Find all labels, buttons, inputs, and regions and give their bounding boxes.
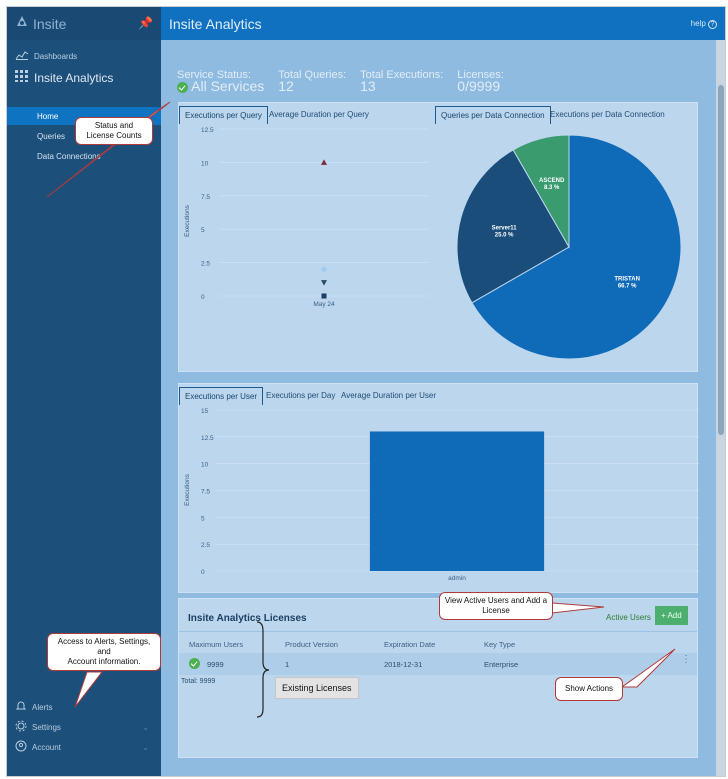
y-tick-label: 7.5: [201, 489, 210, 496]
insite-logo-icon: [15, 14, 29, 33]
page-title: Insite Analytics: [169, 16, 262, 32]
data-point: [321, 293, 327, 299]
sidebar-item-label: Account: [32, 742, 61, 752]
x-tick-label: May 24: [313, 301, 335, 308]
cell-version: 1: [285, 660, 290, 669]
y-tick-label: 12.5: [201, 435, 214, 442]
y-tick-label: 12.5: [201, 127, 214, 134]
grid-icon: [15, 70, 29, 85]
chevron-down-icon[interactable]: ⌄: [142, 743, 149, 752]
x-tick-label: admin: [448, 575, 466, 582]
col-header-max-users: Maximum Users: [189, 640, 244, 649]
total-queries: Total Queries: 12: [278, 70, 346, 94]
sidebar-app-title[interactable]: Insite Analytics: [7, 62, 161, 85]
total-executions: Total Executions: 13: [360, 70, 443, 94]
licenses-title: Insite Analytics Licenses: [188, 613, 307, 624]
slice-value-label: 8.3 %: [544, 185, 560, 191]
data-point: [321, 280, 327, 286]
more-actions-icon[interactable]: ⋮: [681, 655, 691, 665]
callout-existing-licenses: Existing Licenses: [275, 677, 359, 699]
y-tick-label: 2.5: [201, 542, 210, 549]
scrollbar-thumb[interactable]: [718, 85, 724, 435]
active-users-button[interactable]: Active Users: [603, 610, 654, 625]
chevron-down-icon[interactable]: ⌄: [142, 723, 149, 732]
sidebar-item-data-connections[interactable]: Data Connections: [7, 147, 161, 165]
sidebar-header: Insite 📌: [7, 7, 161, 40]
col-header-product-version: Product Version: [285, 640, 338, 649]
bar-chart: 15 12.5 10 7.5 5 2.5 0 Executions admin: [184, 408, 699, 582]
y-axis-label: Executions: [184, 204, 191, 237]
help-link[interactable]: help ?: [691, 19, 717, 29]
sidebar-item-label: Dashboards: [34, 51, 78, 61]
y-axis-label: Executions: [184, 473, 191, 506]
licenses-total: Total: 9999: [181, 678, 216, 685]
sidebar-item-label: Settings: [32, 722, 61, 732]
sidebar-item-label: Alerts: [32, 702, 53, 712]
cell-expiration: 2018-12-31: [384, 660, 423, 669]
y-tick-label: 10: [201, 462, 209, 469]
y-tick-label: 0: [201, 569, 205, 576]
brand-name[interactable]: Insite: [33, 16, 66, 32]
cell-key-type: Enterprise: [484, 660, 519, 669]
bar: [369, 431, 545, 571]
top-header: Insite Analytics help ?: [161, 7, 725, 40]
check-icon: [189, 658, 200, 669]
divider: [179, 631, 697, 632]
check-icon: [177, 81, 188, 93]
slice-label: ASCEND: [539, 178, 565, 184]
status-bar: Service Status: All Services Total Queri…: [177, 70, 518, 93]
data-point: [321, 266, 327, 272]
user-charts-panel: Executions per User Executions per Day A…: [178, 383, 699, 593]
table-row[interactable]: 9999 1 2018-12-31 Enterprise ⋮: [179, 653, 697, 675]
col-header-expiration-date: Expiration Date: [384, 640, 436, 649]
sidebar-item-settings[interactable]: Settings ⌄: [7, 717, 161, 737]
stat-value: All Services: [191, 78, 265, 94]
app-title: Insite Analytics: [34, 70, 114, 85]
slice-value-label: 25.0 %: [495, 232, 514, 238]
callout-show-actions: Show Actions: [555, 677, 623, 701]
sidebar-item-dashboards[interactable]: Dashboards: [7, 40, 161, 62]
help-label: help: [690, 19, 706, 28]
dashboard-icon: [15, 50, 29, 62]
tab-average-duration-per-user[interactable]: Average Duration per User: [336, 387, 441, 404]
slice-label: Server11: [492, 225, 518, 231]
scatter-chart: 12.5 10 7.5 5 2.5 0 Executions May 24: [184, 127, 429, 308]
pie-chart: TRISTAN66.7 % Server1125.0 % ASCEND8.3 %: [456, 134, 682, 360]
stat-value: 0/9999: [457, 78, 501, 94]
scrollbar[interactable]: [716, 40, 725, 776]
callout-sidebar-bottom: Access to Alerts, Settings, and Account …: [47, 633, 161, 671]
slice-value-label: 66.7 %: [618, 284, 637, 290]
sidebar-item-alerts[interactable]: Alerts: [7, 697, 161, 717]
y-tick-label: 7.5: [201, 194, 210, 201]
tab-executions-per-day[interactable]: Executions per Day: [261, 387, 340, 404]
callout-status: Status and License Counts: [75, 117, 153, 145]
bell-icon: [15, 700, 27, 714]
slice-label: TRISTAN: [614, 277, 640, 283]
licenses: Licenses: 0/9999: [457, 70, 503, 94]
y-tick-label: 5: [201, 227, 205, 234]
sidebar-item-account[interactable]: Account ⌄: [7, 737, 161, 757]
y-tick-label: 2.5: [201, 261, 210, 268]
user-icon: [15, 740, 27, 754]
y-tick-label: 10: [201, 160, 209, 167]
y-tick-label: 5: [201, 515, 205, 522]
main-content: Service Status: All Services Total Queri…: [161, 40, 716, 776]
callout-active-users: View Active Users and Add a License: [439, 592, 553, 620]
add-license-button[interactable]: + Add: [655, 606, 688, 625]
col-header-key-type: Key Type: [484, 640, 516, 649]
stat-value: 12: [278, 78, 294, 94]
service-status: Service Status: All Services: [177, 70, 264, 93]
gear-icon: [15, 720, 27, 734]
y-tick-label: 0: [201, 294, 205, 301]
tab-executions-per-user[interactable]: Executions per User: [179, 387, 264, 405]
help-icon: ?: [708, 20, 717, 29]
query-charts-panel: Executions per Query Average Duration pe…: [178, 102, 698, 372]
app-window: Insite 📌 Dashboards Insite Analytics Hom…: [6, 6, 726, 777]
stat-value: 13: [360, 78, 376, 94]
cell-max-users: 9999: [207, 660, 224, 669]
y-tick-label: 15: [201, 408, 209, 415]
pin-icon[interactable]: 📌: [138, 16, 153, 30]
